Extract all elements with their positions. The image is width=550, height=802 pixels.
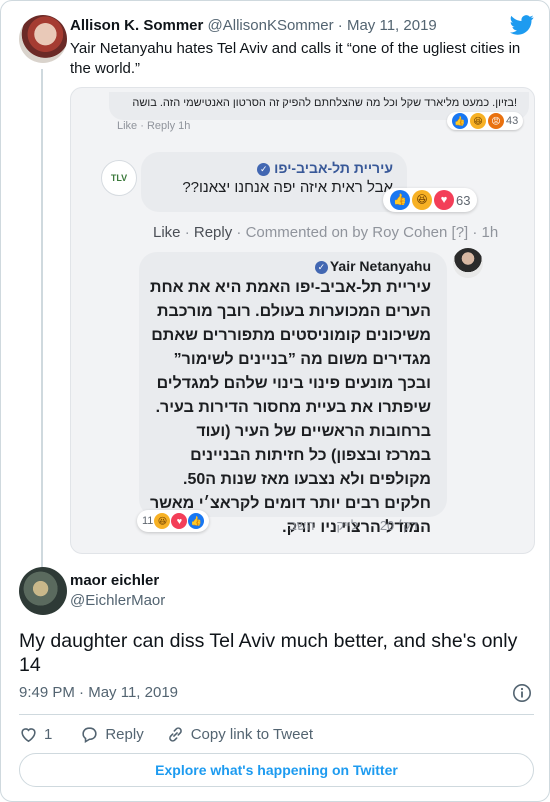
main-tweet-text: My daughter can diss Tel Aviv much bette… — [19, 630, 518, 676]
comment3-reply-link: השב — [289, 518, 315, 533]
main-author-avatar[interactable] — [19, 567, 67, 615]
comment3-text: האמת היא את אחת הערים המכוערות בעולם. רו… — [149, 279, 431, 536]
yair-avatar — [453, 248, 483, 278]
copy-link-label: Copy link to Tweet — [190, 725, 313, 743]
comment2-reactions: 👍 😆 ♥ 63 — [383, 188, 478, 212]
comment1-actions: Like · Reply 1h — [117, 120, 191, 132]
comment3-author: Yair Netanyahu — [329, 258, 431, 274]
explore-twitter-button[interactable]: Explore what's happening on Twitter — [19, 753, 534, 787]
reply-bubble-icon — [82, 726, 97, 743]
header-separator: · — [337, 17, 343, 34]
info-icon[interactable] — [512, 683, 532, 703]
reply-button[interactable]: Reply — [80, 725, 144, 744]
comment1-reply-link: Reply — [146, 120, 176, 132]
like-reaction-icon: 👍 — [452, 113, 468, 129]
comment3-bubble: ✓ Yair Netanyahu עיריית תל-אביב-יפו האמת … — [139, 252, 447, 536]
municipality-avatar: TLV — [101, 160, 137, 196]
parent-author-handle[interactable]: @AllisonKSommer — [208, 17, 334, 34]
comment1-reaction-count: 43 — [506, 115, 519, 127]
parent-author-name[interactable]: Allison K. Sommer — [70, 17, 203, 34]
action-divider — [19, 714, 534, 715]
comment3-actions: 20 דק׳ לייק השב — [289, 518, 418, 533]
comment3-like-link: לייק — [336, 518, 358, 533]
comment2-commented-by: Commented on by Roy Cohen [?] — [245, 224, 469, 241]
comment3-time: 20 דק׳ — [379, 518, 418, 533]
like-button[interactable]: 1 — [19, 725, 52, 744]
comment2-text: אבל ראית איזה יפה אנחנו יצאנו?? — [182, 179, 393, 196]
like-count: 1 — [44, 725, 53, 743]
parent-tweet-header: Allison K. Sommer @AllisonKSommer · May … — [70, 16, 437, 36]
comment2-author-line: עיריית תל-אביב-יפו ✓ — [155, 160, 393, 176]
verified-badge-icon: ✓ — [314, 260, 328, 274]
love-reaction-icon: ♥ — [434, 190, 454, 210]
main-author-handle[interactable]: @EichlerMaor — [70, 591, 165, 611]
timestamp-separator: · — [79, 684, 85, 701]
comment2-actions: Like · Reply · Commented on by Roy Cohen… — [153, 224, 499, 241]
comment2-reaction-count: 63 — [456, 192, 471, 208]
comment1-like-link: Like — [117, 120, 138, 132]
comment1-time: 1h — [178, 120, 191, 132]
comment3-reaction-count: 11 — [142, 515, 154, 527]
heart-icon — [21, 727, 36, 742]
haha-reaction-icon: 😆 — [154, 513, 171, 529]
love-reaction-icon: ♥ — [171, 513, 188, 529]
main-tweet-time[interactable]: 9:49 PM — [19, 684, 75, 701]
verified-badge-icon: ✓ — [257, 162, 271, 176]
tweet-embed-card: Allison K. Sommer @AllisonKSommer · May … — [0, 0, 550, 802]
parent-tweet-date[interactable]: May 11, 2019 — [347, 17, 437, 34]
comment3-tag: עיריית תל-אביב-יפו — [295, 279, 431, 296]
comment3-body: עיריית תל-אביב-יפו האמת היא את אחת הערים… — [149, 276, 431, 540]
twitter-bird-icon[interactable] — [510, 15, 534, 35]
tweet-action-bar: 1 Reply Copy link to Tweet — [19, 723, 335, 745]
copy-link-button[interactable]: Copy link to Tweet — [166, 725, 313, 744]
like-reaction-icon: 👍 — [390, 190, 410, 210]
link-icon — [168, 726, 182, 742]
thread-connector-line — [41, 69, 43, 569]
comment2-time: 1h — [481, 224, 499, 241]
parent-tweet-text: Yair Netanyahu hates Tel Aviv and calls … — [70, 40, 521, 77]
comment2-bubble: עיריית תל-אביב-יפו ✓ אבל ראית איזה יפה א… — [141, 152, 407, 212]
comment1-reactions: 👍 😆 😡 43 — [447, 112, 524, 130]
haha-reaction-icon: 😆 — [470, 113, 486, 129]
comment2-author: עיריית תל-אביב-יפו — [274, 160, 393, 176]
comment3-author-line: ✓ Yair Netanyahu — [149, 258, 431, 274]
reply-label: Reply — [105, 725, 144, 743]
comment2-reply-link: Reply — [193, 224, 233, 241]
like-reaction-icon: 👍 — [188, 513, 205, 529]
main-tweet-timestamp[interactable]: 9:49 PM · May 11, 2019 — [19, 683, 178, 703]
comment3-reactions: 11 😆 ♥ 👍 — [137, 510, 210, 532]
parent-author-avatar[interactable] — [19, 15, 67, 63]
angry-reaction-icon: 😡 — [488, 113, 504, 129]
main-author-name[interactable]: maor eichler — [70, 571, 159, 591]
attached-screenshot-image[interactable]: בזיון. כמעט מליארד שקל וכל מה שהצלחתם לה… — [70, 87, 535, 554]
main-tweet-date[interactable]: May 11, 2019 — [88, 684, 178, 701]
haha-reaction-icon: 😆 — [412, 190, 432, 210]
comment2-like-link: Like — [153, 224, 181, 241]
